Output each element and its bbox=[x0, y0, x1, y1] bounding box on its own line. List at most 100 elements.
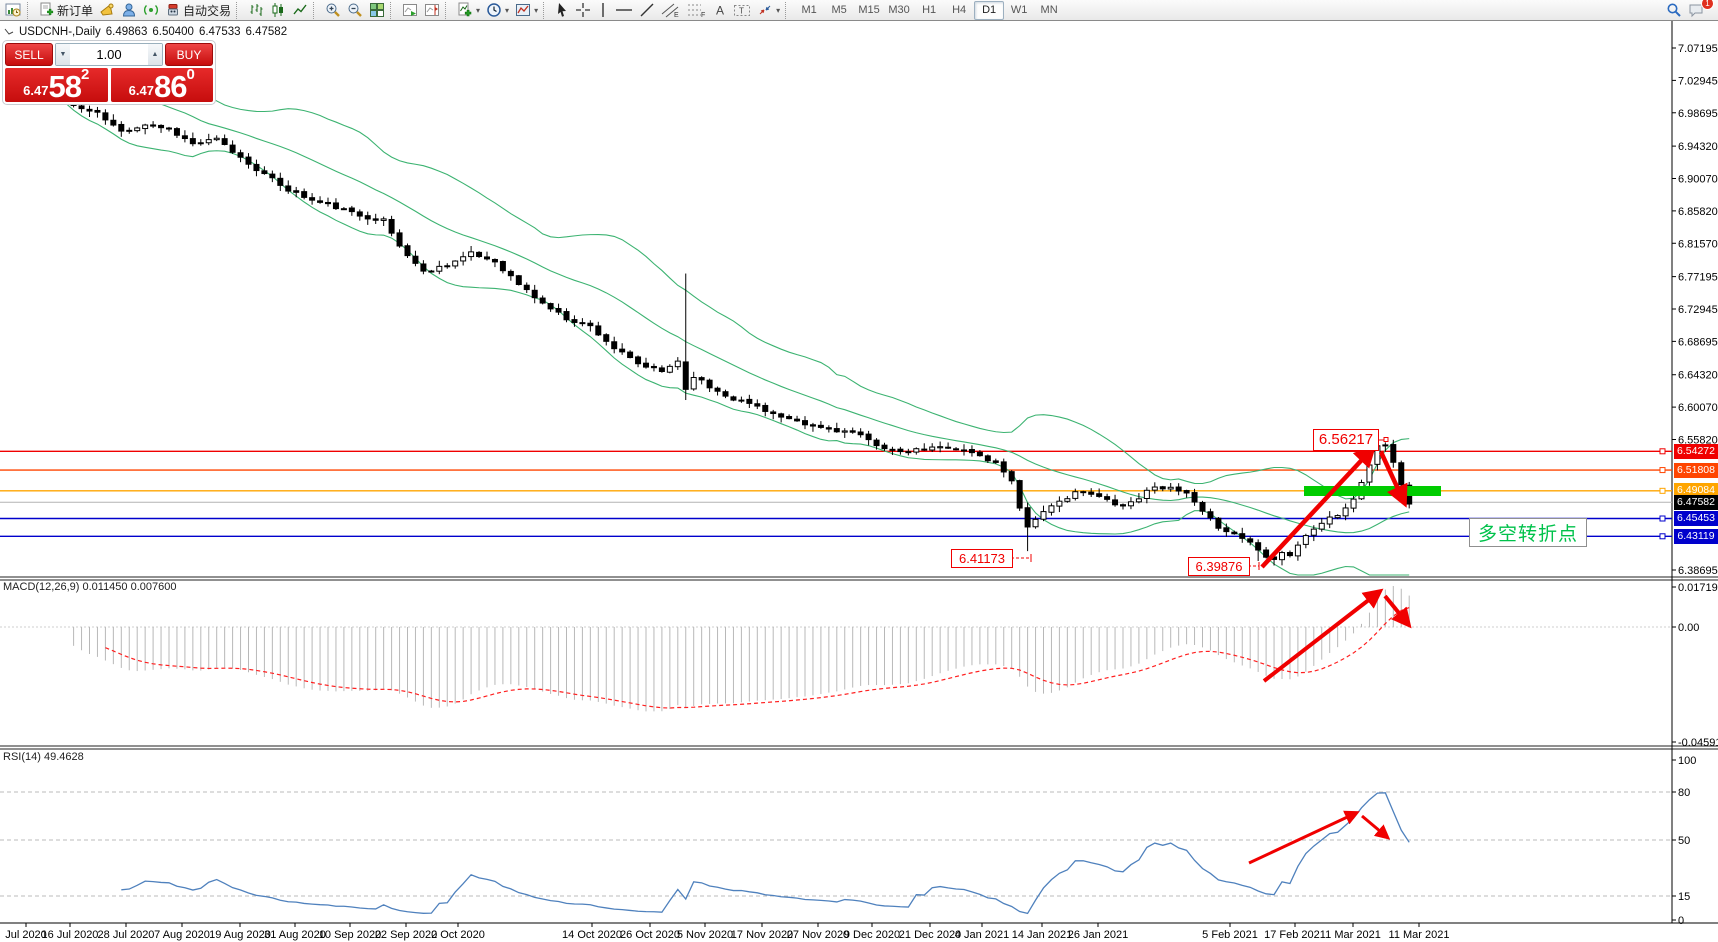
jan-low-label[interactable]: 6.41173 bbox=[951, 549, 1013, 568]
svg-text:14 Oct 2020: 14 Oct 2020 bbox=[562, 929, 622, 941]
tile-windows-icon[interactable] bbox=[366, 1, 388, 20]
ask-big-digits: 86 bbox=[154, 72, 186, 101]
arrows-caret[interactable]: ▾ bbox=[776, 6, 780, 15]
crosshair-icon[interactable] bbox=[572, 1, 594, 20]
svg-text:-0.045919: -0.045919 bbox=[1678, 737, 1718, 749]
svg-text:E: E bbox=[674, 12, 679, 18]
bid-small-digits: 6.47 bbox=[23, 83, 48, 98]
text-icon[interactable]: A bbox=[710, 1, 730, 20]
bid-big-digits: 58 bbox=[48, 72, 80, 101]
tab-m5[interactable]: M5 bbox=[824, 1, 854, 20]
trend-arrow-rsi_down bbox=[1362, 816, 1387, 837]
svg-text:6.90070: 6.90070 bbox=[1678, 173, 1718, 185]
svg-text:5 Feb 2021: 5 Feb 2021 bbox=[1202, 929, 1258, 941]
fibonacci-icon[interactable]: F bbox=[684, 1, 710, 20]
svg-text:80: 80 bbox=[1678, 787, 1690, 799]
chart-window-icon[interactable] bbox=[2, 1, 25, 20]
line-chart-icon[interactable] bbox=[289, 1, 311, 20]
svg-text:6.77195: 6.77195 bbox=[1678, 272, 1718, 284]
tab-m15[interactable]: M15 bbox=[854, 1, 884, 20]
templates-icon[interactable]: ▾ bbox=[512, 1, 541, 20]
svg-text:26 Jan 2021: 26 Jan 2021 bbox=[1068, 929, 1129, 941]
candlestick-icon[interactable] bbox=[267, 1, 289, 20]
rsi-line bbox=[121, 793, 1409, 914]
tab-m30[interactable]: M30 bbox=[884, 1, 914, 20]
sell-button[interactable]: SELL bbox=[5, 43, 53, 66]
chat-icon[interactable]: 1 bbox=[1685, 1, 1708, 20]
volume-down-button[interactable]: ▼ bbox=[56, 44, 70, 65]
profile-icon[interactable] bbox=[118, 1, 140, 20]
ask-quote[interactable]: 6.47 86 0 bbox=[111, 68, 214, 102]
turning-point-note[interactable]: 多空转折点 bbox=[1469, 518, 1587, 547]
svg-text:9 Dec 2020: 9 Dec 2020 bbox=[844, 929, 900, 941]
equidistant-channel-icon[interactable]: E bbox=[658, 1, 684, 20]
bid-pip-digit: 2 bbox=[81, 68, 89, 82]
svg-text:5 Nov 2020: 5 Nov 2020 bbox=[677, 929, 733, 941]
trend-arrows[interactable] bbox=[1249, 449, 1408, 863]
tab-m1[interactable]: M1 bbox=[794, 1, 824, 20]
svg-text:22 Sep 2020: 22 Sep 2020 bbox=[375, 929, 437, 941]
indicators-icon[interactable]: ▾ bbox=[454, 1, 483, 20]
svg-text:50: 50 bbox=[1678, 835, 1690, 847]
svg-text:6.68695: 6.68695 bbox=[1678, 336, 1718, 348]
buy-button[interactable]: BUY bbox=[165, 43, 213, 66]
ask-pip-digit: 0 bbox=[186, 68, 194, 82]
symbol-title: USDCNH-,Daily bbox=[19, 26, 101, 38]
tab-mn[interactable]: MN bbox=[1034, 1, 1064, 20]
svg-text:14 Jan 2021: 14 Jan 2021 bbox=[1012, 929, 1073, 941]
tab-h4[interactable]: H4 bbox=[944, 1, 974, 20]
zoom-out-icon[interactable] bbox=[344, 1, 366, 20]
swing-low-label[interactable]: 6.39876 bbox=[1188, 557, 1250, 576]
chat-badge: 1 bbox=[1701, 0, 1714, 10]
tab-d1[interactable]: D1 bbox=[974, 1, 1004, 20]
svg-text:F: F bbox=[701, 12, 705, 18]
svg-text:26 Oct 2020: 26 Oct 2020 bbox=[620, 929, 680, 941]
chart-canvas[interactable]: 7.071957.029456.986956.943206.900706.858… bbox=[0, 0, 1718, 942]
svg-text:17 Nov 2020: 17 Nov 2020 bbox=[731, 929, 793, 941]
date-axis[interactable]: Jul 202016 Jul 202028 Jul 20207 Aug 2020… bbox=[5, 923, 1449, 941]
svg-text:7 Aug 2020: 7 Aug 2020 bbox=[154, 929, 210, 941]
support-zone-bar[interactable] bbox=[1304, 486, 1441, 496]
new-order-button[interactable]: 新订单 bbox=[36, 1, 96, 20]
search-icon[interactable] bbox=[1663, 1, 1685, 20]
chart-shift-icon[interactable] bbox=[421, 1, 443, 20]
volume-up-button[interactable]: ▲ bbox=[148, 44, 162, 65]
templates-caret[interactable]: ▾ bbox=[534, 6, 538, 15]
auto-scroll-icon[interactable] bbox=[399, 1, 421, 20]
bid-quote[interactable]: 6.47 58 2 bbox=[5, 68, 108, 102]
toolbar-divider bbox=[445, 2, 452, 19]
svg-text:4 Jan 2021: 4 Jan 2021 bbox=[955, 929, 1009, 941]
volume-box: ▼ 1.00 ▲ bbox=[55, 43, 163, 66]
svg-text:6.81570: 6.81570 bbox=[1678, 238, 1718, 250]
chart-mini-icon bbox=[4, 27, 14, 37]
svg-text:11 Mar 2021: 11 Mar 2021 bbox=[1389, 929, 1450, 941]
periods-caret[interactable]: ▾ bbox=[505, 6, 509, 15]
signal-icon[interactable] bbox=[140, 1, 162, 20]
svg-text:6.60070: 6.60070 bbox=[1678, 402, 1718, 414]
arrows-tool-icon[interactable]: ▾ bbox=[754, 1, 783, 20]
tab-w1[interactable]: W1 bbox=[1004, 1, 1034, 20]
rsi-label: RSI(14) 49.4628 bbox=[3, 751, 84, 763]
text-label-icon[interactable]: T bbox=[730, 1, 754, 20]
indicators-caret[interactable]: ▾ bbox=[476, 6, 480, 15]
main-toolbar: 新订单 自动交易 ▾ ▾ bbox=[0, 0, 1718, 21]
auto-trading-button[interactable]: 自动交易 bbox=[162, 1, 234, 20]
turning-point-text: 多空转折点 bbox=[1478, 519, 1578, 546]
ohlc-open: 6.49863 bbox=[106, 26, 148, 38]
periods-icon[interactable]: ▾ bbox=[483, 1, 512, 20]
level-price-tag: 6.54272 bbox=[1674, 444, 1718, 459]
toolbar-divider bbox=[27, 2, 34, 19]
bar-chart-icon[interactable] bbox=[245, 1, 267, 20]
svg-text:7.07195: 7.07195 bbox=[1678, 43, 1718, 55]
tab-h1[interactable]: H1 bbox=[914, 1, 944, 20]
swing-high-label[interactable]: 6.56217 bbox=[1313, 429, 1379, 451]
trendline-icon[interactable] bbox=[636, 1, 658, 20]
volume-input[interactable]: 1.00 bbox=[70, 44, 148, 65]
horn-icon[interactable] bbox=[96, 1, 118, 20]
zoom-in-icon[interactable] bbox=[322, 1, 344, 20]
horizontal-line-icon[interactable] bbox=[612, 1, 636, 20]
svg-text:2 Oct 2020: 2 Oct 2020 bbox=[431, 929, 485, 941]
svg-text:31 Aug 2020: 31 Aug 2020 bbox=[264, 929, 326, 941]
cursor-icon[interactable] bbox=[552, 1, 572, 20]
vertical-line-icon[interactable] bbox=[594, 1, 612, 20]
